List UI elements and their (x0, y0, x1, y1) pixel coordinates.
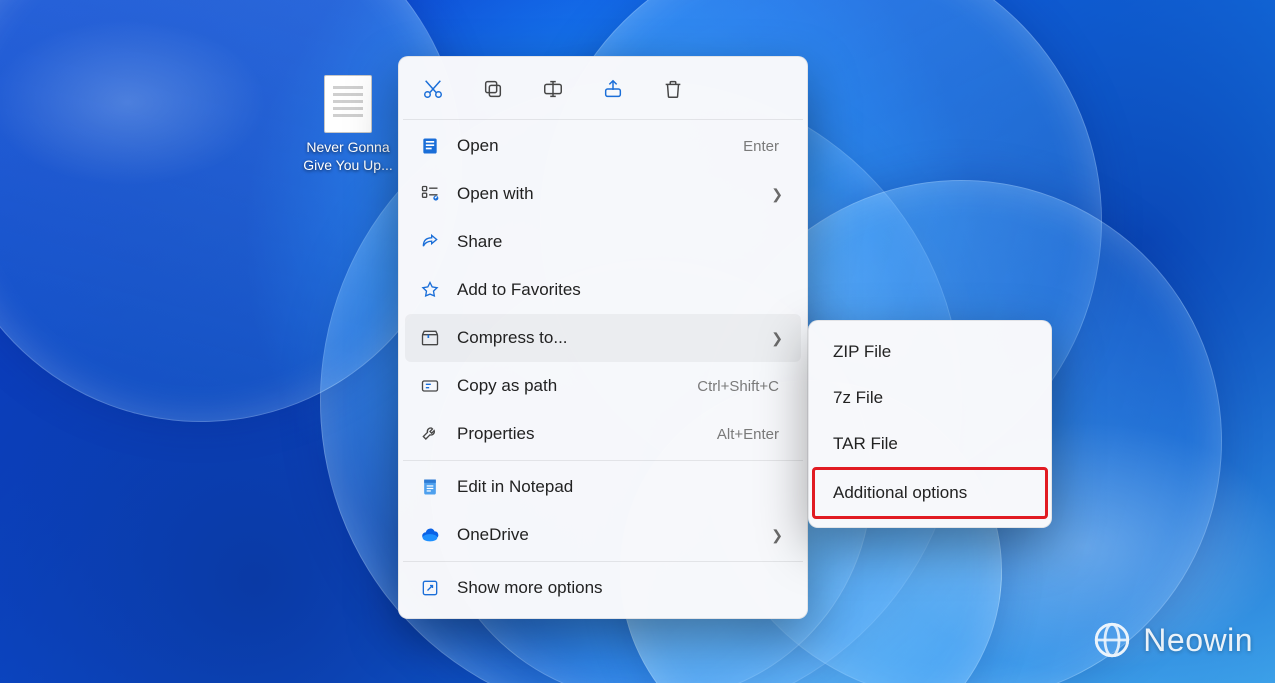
rename-icon (542, 78, 564, 100)
expand-icon (419, 577, 441, 599)
context-menu-quick-actions (399, 63, 807, 117)
menu-item-label: Copy as path (457, 376, 681, 396)
submenu-item-label: Additional options (833, 483, 967, 503)
menu-item-share[interactable]: Share (405, 218, 801, 266)
submenu-item-label: 7z File (833, 388, 883, 408)
copy-icon (482, 78, 504, 100)
menu-item-open[interactable]: Open Enter (405, 122, 801, 170)
compress-submenu: ZIP File 7z File TAR File Additional opt… (808, 320, 1052, 528)
menu-item-label: OneDrive (457, 525, 755, 545)
menu-item-open-with[interactable]: Open with ❯ (405, 170, 801, 218)
file-open-icon (419, 135, 441, 157)
menu-item-label: Open with (457, 184, 755, 204)
open-with-icon (419, 183, 441, 205)
neowin-logo-icon (1091, 619, 1133, 661)
watermark: Neowin (1091, 619, 1253, 661)
submenu-item-tar[interactable]: TAR File (815, 421, 1045, 467)
submenu-item-label: ZIP File (833, 342, 891, 362)
menu-item-properties[interactable]: Properties Alt+Enter (405, 410, 801, 458)
chevron-right-icon: ❯ (771, 527, 783, 544)
share-arrow-icon (419, 231, 441, 253)
menu-item-shortcut: Enter (743, 138, 783, 155)
menu-item-label: Share (457, 232, 783, 252)
star-icon (419, 279, 441, 301)
delete-icon (662, 78, 684, 100)
menu-item-copy-path[interactable]: Copy as path Ctrl+Shift+C (405, 362, 801, 410)
desktop[interactable]: Never Gonna Give You Up... (0, 0, 1275, 683)
menu-item-more-options[interactable]: Show more options (405, 564, 801, 612)
wrench-icon (419, 423, 441, 445)
rename-button[interactable] (537, 73, 569, 105)
share-button[interactable] (597, 73, 629, 105)
menu-item-label: Show more options (457, 578, 783, 598)
menu-item-label: Properties (457, 424, 701, 444)
menu-separator (403, 119, 803, 120)
archive-icon (419, 327, 441, 349)
submenu-item-7z[interactable]: 7z File (815, 375, 1045, 421)
menu-item-notepad[interactable]: Edit in Notepad (405, 463, 801, 511)
menu-item-shortcut: Ctrl+Shift+C (697, 378, 783, 395)
cut-button[interactable] (417, 73, 449, 105)
submenu-item-zip[interactable]: ZIP File (815, 329, 1045, 375)
text-file-icon (324, 75, 372, 133)
submenu-item-label: TAR File (833, 434, 898, 454)
notepad-icon (419, 476, 441, 498)
cut-icon (422, 78, 444, 100)
menu-item-label: Edit in Notepad (457, 477, 783, 497)
menu-item-onedrive[interactable]: OneDrive ❯ (405, 511, 801, 559)
menu-separator (403, 561, 803, 562)
menu-item-compress[interactable]: Compress to... ❯ (405, 314, 801, 362)
context-menu: Open Enter Open with ❯ Share Add to Favo… (398, 56, 808, 619)
watermark-text: Neowin (1143, 622, 1253, 659)
menu-separator (403, 460, 803, 461)
menu-item-label: Open (457, 136, 727, 156)
chevron-right-icon: ❯ (771, 330, 783, 347)
menu-item-label: Compress to... (457, 328, 755, 348)
desktop-file[interactable]: Never Gonna Give You Up... (300, 75, 396, 174)
copy-button[interactable] (477, 73, 509, 105)
menu-item-shortcut: Alt+Enter (717, 426, 783, 443)
menu-item-label: Add to Favorites (457, 280, 783, 300)
chevron-right-icon: ❯ (771, 186, 783, 203)
submenu-item-additional-options[interactable]: Additional options (815, 470, 1045, 516)
share-icon (602, 78, 624, 100)
annotation-highlight: Additional options (812, 467, 1048, 519)
copy-path-icon (419, 375, 441, 397)
delete-button[interactable] (657, 73, 689, 105)
desktop-file-label: Never Gonna Give You Up... (300, 139, 396, 174)
menu-item-favorites[interactable]: Add to Favorites (405, 266, 801, 314)
onedrive-icon (419, 524, 441, 546)
